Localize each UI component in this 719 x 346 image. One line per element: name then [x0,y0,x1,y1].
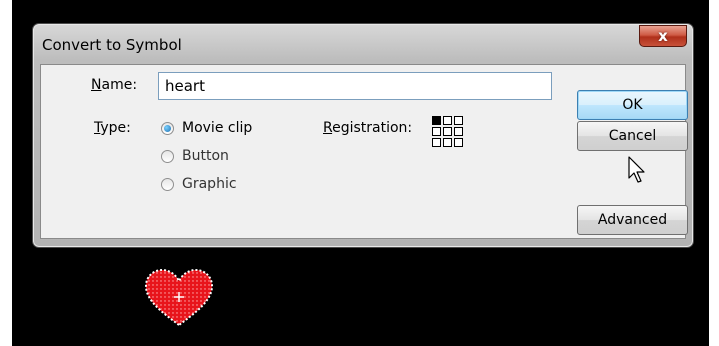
advanced-button[interactable]: Advanced [577,205,688,235]
radio-label: Graphic [182,176,237,192]
radio-selected-icon [161,121,174,135]
heart-symbol-icon [144,268,214,327]
close-icon: x [658,27,668,45]
registration-point-top-right[interactable] [454,116,463,125]
cancel-button[interactable]: Cancel [577,121,688,151]
radio-movie-clip[interactable]: Movie clip [161,120,252,136]
name-input[interactable] [158,72,552,100]
registration-label: Registration: [323,120,413,136]
registration-point-top-left[interactable] [432,116,441,125]
name-label: Name: [91,77,138,93]
mouse-pointer-icon [628,156,645,183]
type-label: Type: [94,120,131,136]
registration-point-top-center[interactable] [443,116,452,125]
registration-point-bottom-right[interactable] [454,138,463,147]
radio-unselected-icon [161,177,174,191]
registration-point-middle-right[interactable] [454,127,463,136]
registration-point-center[interactable] [443,127,452,136]
registration-point-bottom-center[interactable] [443,138,452,147]
convert-to-symbol-dialog: Convert to Symbol x Name: Type: Movie cl… [32,23,694,248]
radio-unselected-icon [161,149,174,163]
title-bar[interactable]: Convert to Symbol x [33,24,693,64]
radio-graphic[interactable]: Graphic [161,176,237,192]
close-button[interactable]: x [639,25,687,47]
radio-button[interactable]: Button [161,148,229,164]
registration-point-bottom-left[interactable] [432,138,441,147]
radio-label: Movie clip [182,120,253,136]
heart-symbol[interactable] [143,267,215,333]
dialog-body: Name: Type: Movie clip Button Graphic Re… [40,64,688,239]
radio-label: Button [182,148,229,164]
registration-point-middle-left[interactable] [432,127,441,136]
registration-grid-icon[interactable] [432,116,464,148]
dialog-title: Convert to Symbol [42,36,182,54]
ok-button[interactable]: OK [577,90,688,120]
